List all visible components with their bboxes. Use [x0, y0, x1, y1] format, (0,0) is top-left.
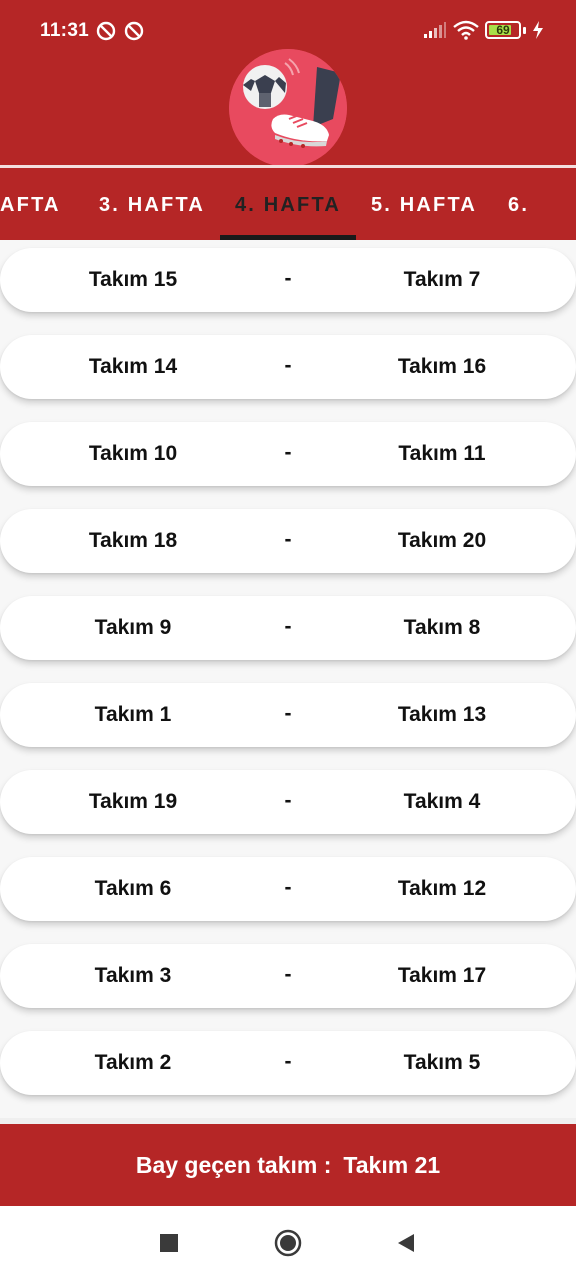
match-separator: -	[284, 702, 292, 725]
away-team: Takım 8	[403, 616, 481, 639]
home-team: Takım 3	[94, 964, 172, 987]
away-team: Takım 12	[397, 877, 487, 900]
away-team: Takım 7	[403, 268, 481, 291]
match-card[interactable]: Takım 10 - Takım 11	[0, 422, 576, 486]
tab-week-6[interactable]: 6. HAFTA	[508, 168, 576, 240]
status-time: 11:31	[40, 20, 90, 41]
signal-icon	[424, 22, 446, 38]
home-team: Takım 10	[88, 442, 178, 465]
match-card[interactable]: Takım 9 - Takım 8	[0, 596, 576, 660]
match-card[interactable]: Takım 2 - Takım 5	[0, 1031, 576, 1095]
tab-week-3[interactable]: 3. HAFTA	[84, 168, 220, 240]
status-right-icons: 69	[423, 20, 544, 40]
away-team: Takım 4	[403, 790, 481, 813]
recents-square-icon[interactable]	[154, 1228, 184, 1258]
home-team: Takım 2	[94, 1051, 172, 1074]
app-header: 11:31 69 AFTA 3. HAFTA 4. HAFTA 5. HAFTA…	[0, 0, 576, 240]
home-team: Takım 6	[94, 877, 172, 900]
bye-team-bar: Bay geçen takım : Takım 21	[0, 1124, 576, 1206]
tab-week-4[interactable]: 4. HAFTA	[220, 168, 356, 240]
match-card[interactable]: Takım 18 - Takım 20	[0, 509, 576, 573]
bye-team: Takım 21	[343, 1151, 441, 1178]
tab-week-5[interactable]: 5. HAFTA	[356, 168, 492, 240]
match-separator: -	[284, 789, 292, 812]
match-card[interactable]: Takım 14 - Takım 16	[0, 335, 576, 399]
app-screen: 11:31 69 AFTA 3. HAFTA 4. HAFTA 5. HAFTA…	[0, 0, 576, 1280]
match-separator: -	[284, 615, 292, 638]
battery-level: 69	[496, 23, 510, 37]
away-team: Takım 13	[397, 703, 487, 726]
system-nav-bar	[0, 1206, 576, 1280]
match-separator: -	[284, 528, 292, 551]
home-team: Takım 1	[94, 703, 172, 726]
match-card[interactable]: Takım 6 - Takım 12	[0, 857, 576, 921]
home-team: Takım 18	[88, 529, 178, 552]
no-disturb-icon	[124, 21, 144, 41]
away-team: Takım 16	[397, 355, 487, 378]
wifi-icon	[453, 20, 479, 40]
match-separator: -	[284, 267, 292, 290]
no-disturb-icon	[96, 21, 116, 41]
tab-week-2[interactable]: HAFTA	[0, 168, 90, 240]
match-card[interactable]: Takım 1 - Takım 13	[0, 683, 576, 747]
battery-icon: 69	[485, 21, 521, 39]
match-card[interactable]: Takım 3 - Takım 17	[0, 944, 576, 1008]
back-triangle-icon[interactable]	[391, 1228, 421, 1258]
status-left-icons	[96, 21, 144, 41]
home-team: Takım 19	[88, 790, 178, 813]
match-list[interactable]: Takım 15 - Takım 7 Takım 14 - Takım 16 T…	[0, 240, 576, 1118]
match-separator: -	[284, 441, 292, 464]
home-team: Takım 14	[88, 355, 178, 378]
bye-label: Bay geçen takım :	[135, 1151, 332, 1178]
soccer-kick-logo	[229, 49, 347, 167]
home-team: Takım 15	[88, 268, 178, 291]
match-card[interactable]: Takım 15 - Takım 7	[0, 248, 576, 312]
week-tabs[interactable]: HAFTA 3. HAFTA 4. HAFTA 5. HAFTA 6. HAFT…	[0, 168, 576, 240]
match-separator: -	[284, 963, 292, 986]
home-circle-icon[interactable]	[273, 1228, 303, 1258]
away-team: Takım 5	[403, 1051, 481, 1074]
match-separator: -	[284, 1050, 292, 1073]
away-team: Takım 17	[397, 964, 487, 987]
away-team: Takım 20	[397, 529, 487, 552]
match-card[interactable]: Takım 19 - Takım 4	[0, 770, 576, 834]
match-separator: -	[284, 354, 292, 377]
home-team: Takım 9	[94, 616, 172, 639]
match-separator: -	[284, 876, 292, 899]
away-team: Takım 11	[398, 442, 486, 465]
charging-icon	[533, 21, 543, 39]
